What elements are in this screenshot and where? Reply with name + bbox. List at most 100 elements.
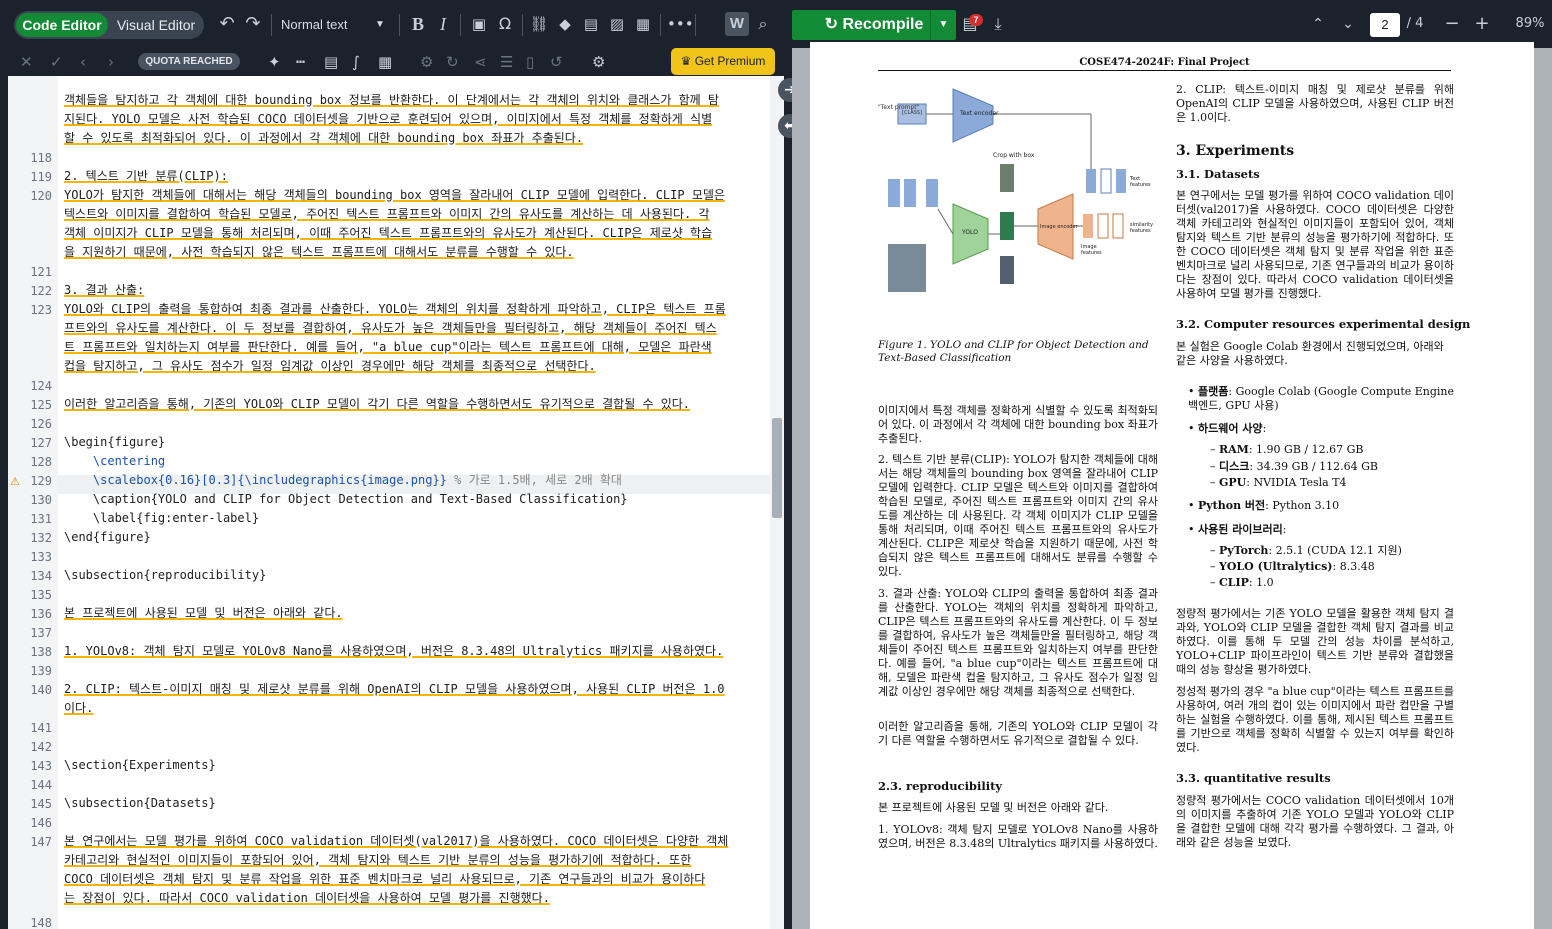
grid-icon[interactable]: ▦ xyxy=(378,48,392,76)
code-line[interactable]: \section{Experiments} xyxy=(64,756,216,775)
zoom-level[interactable]: 89% xyxy=(1510,0,1550,48)
previous-page-icon[interactable]: ⌃ xyxy=(1306,0,1330,48)
code-editor-tab[interactable]: Code Editor xyxy=(16,13,108,37)
paragraph: 본 프로젝트에 사용된 모델 및 버전은 아래와 같다. xyxy=(878,801,1109,814)
get-premium-label: Get Premium xyxy=(694,54,766,68)
pane-divider[interactable] xyxy=(784,76,792,929)
next-page-icon[interactable]: ⌄ xyxy=(1336,0,1360,48)
line-number: 142 xyxy=(30,740,52,754)
symbol-icon[interactable]: Ω xyxy=(494,0,516,48)
list-item: – YOLO (Ultralytics): 8.3.48 xyxy=(1210,560,1375,573)
undo-icon[interactable]: ↶ xyxy=(216,0,238,48)
code-line[interactable]: 지된다. YOLO 모델은 사전 학습된 COCO 데이터셋을 기반으로 훈련되… xyxy=(64,110,712,129)
bold-icon[interactable]: B xyxy=(407,0,429,48)
code-line[interactable]: 이다. xyxy=(64,699,93,718)
divider xyxy=(271,14,272,36)
code-line[interactable]: 2. CLIP: 텍스트-이미지 매칭 및 제로샷 분류를 위해 OpenAI의… xyxy=(64,680,725,699)
settings-icon[interactable]: ⚙ xyxy=(592,48,605,76)
image-icon[interactable]: ▨ xyxy=(606,0,628,48)
code-line[interactable]: 본 연구에서는 모델 평가를 위하여 COCO validation 데이터셋(… xyxy=(64,832,728,851)
code-line[interactable]: \subsection{Datasets} xyxy=(64,794,216,813)
recompile-options-icon[interactable]: ▼ xyxy=(930,10,956,40)
code-line[interactable]: YOLO와 CLIP의 출력을 통합하여 최종 결과를 산출한다. YOLO는 … xyxy=(64,300,726,319)
document-edit-icon[interactable]: ▤ xyxy=(324,48,338,76)
share-icon[interactable]: ⋖ xyxy=(474,48,487,76)
code-line[interactable]: 트 프롬프트와 일치하는지 여부를 판단한다. 예를 들어, "a blue c… xyxy=(64,338,712,357)
sparkle-icon[interactable]: ✦ xyxy=(268,48,281,76)
crown-icon: ♛ xyxy=(680,54,695,68)
divider xyxy=(460,14,461,36)
figure-svg xyxy=(888,88,1126,292)
code-line[interactable]: \caption{YOLO and CLIP for Object Detect… xyxy=(64,490,628,509)
writefull-icon[interactable]: W xyxy=(725,12,749,36)
list-item: • 플랫폼: Google Colab (Google Compute Engi… xyxy=(1188,385,1455,412)
italic-icon[interactable]: I xyxy=(432,0,454,48)
page-number-input[interactable]: 2 xyxy=(1370,13,1400,37)
redo-icon[interactable]: ↷ xyxy=(242,0,264,48)
code-line[interactable]: 본 프로젝트에 사용된 모델 및 버전은 아래와 같다. xyxy=(64,604,343,623)
list-item: – CLIP: 1.0 xyxy=(1210,576,1274,589)
code-line[interactable]: 객체 이미지가 CLIP 모델을 통해 처리되며, 이때 주어진 텍스트 프롬프… xyxy=(64,224,712,243)
code-line[interactable]: \scalebox{0.16}[0.3]{\includegraphics{im… xyxy=(64,471,622,490)
code-line[interactable]: 프트와의 유사도를 계산한다. 이 두 정보를 결합하여, 유사도가 높은 객체… xyxy=(64,319,717,338)
list-icon[interactable]: ☰ xyxy=(500,48,513,76)
visual-editor-tab[interactable]: Visual Editor xyxy=(110,13,202,37)
code-line[interactable]: COCO 데이터셋은 객체 탐지 및 분류 작업을 위한 표준 벤치마크로 널리… xyxy=(64,870,705,889)
integral-icon[interactable]: ∫ xyxy=(352,48,360,76)
line-number: 144 xyxy=(30,778,52,792)
code-line[interactable]: 카테고리와 현실적인 이미지들이 포함되어 있어, 객체 탐지와 텍스트 기반 … xyxy=(64,851,691,870)
code-line[interactable]: \begin{figure} xyxy=(64,433,165,452)
tag-icon[interactable]: ◆ xyxy=(554,0,576,48)
line-number: 143 xyxy=(30,759,52,773)
code-line[interactable]: 을 지원하기 때문에, 사전 학습되지 않은 텍스트 프롬프트에 대해서도 분류… xyxy=(64,243,574,262)
text-style-select[interactable]: Normal text ▼ xyxy=(281,11,391,39)
dotted-line-icon[interactable]: ┅ xyxy=(296,48,305,76)
zoom-out-icon[interactable]: − xyxy=(1440,0,1464,48)
recompile-button[interactable]: ↻ Recompile ▼ xyxy=(792,10,956,40)
link-icon[interactable]: ⛓ xyxy=(528,0,550,48)
heading-icon[interactable]: ▣ xyxy=(468,0,490,48)
code-line[interactable]: 3. 결과 산출: xyxy=(64,281,144,300)
code-line[interactable]: \end{figure} xyxy=(64,528,151,547)
editor-scrollbar-thumb[interactable] xyxy=(772,418,782,518)
code-line[interactable]: \subsection{reproducibility} xyxy=(64,566,266,585)
sync-icon[interactable]: ↺ xyxy=(550,48,563,76)
refresh-icon[interactable]: ↻ xyxy=(446,48,459,76)
paragraph: 정량적 평가에서는 기존 YOLO 모델을 활용한 객체 탐지 결과와, YOL… xyxy=(1176,607,1454,676)
download-icon[interactable]: ⤓ xyxy=(986,0,1010,48)
list-item-label: CLIP xyxy=(1219,576,1249,589)
chevron-left-icon[interactable]: ‹ xyxy=(80,48,86,76)
search-icon[interactable]: ⌕ xyxy=(752,0,774,48)
crop-image xyxy=(1000,256,1014,284)
code-line[interactable]: \centering xyxy=(64,452,165,471)
line-number: 146 xyxy=(30,816,52,830)
code-line[interactable]: YOLO가 탐지한 객체들에 대해서는 해당 객체들의 bounding box… xyxy=(64,186,725,205)
line-number: 118 xyxy=(30,151,52,165)
subsection-heading: 3.1. Datasets xyxy=(1176,167,1260,181)
table-icon[interactable]: ▦ xyxy=(632,0,654,48)
checkmark-icon[interactable]: ✓ xyxy=(50,48,63,76)
line-number: 124 xyxy=(30,379,52,393)
figure-label: Crop with box xyxy=(993,152,1035,159)
code-line[interactable]: 는 장점이 있다. 따라서 COCO validation 데이터셋을 사용하여… xyxy=(64,889,550,908)
close-icon[interactable]: ✕ xyxy=(20,48,33,76)
code-line[interactable]: 1. YOLOv8: 객체 탐지 모델로 YOLOv8 Nano를 사용하였으며… xyxy=(64,642,723,661)
code-line[interactable]: 컵을 탐지하고, 그 유사도 점수가 일정 임계값 이상인 경우에만 해당 객체… xyxy=(64,357,596,376)
code-line[interactable]: 객체들을 탐지하고 각 객체에 대한 bounding box 정보를 반환한다… xyxy=(64,91,719,110)
code-line[interactable]: 2. 텍스트 기반 분류(CLIP): xyxy=(64,167,228,186)
code-line[interactable]: 텍스트와 이미지를 결합하여 학습된 모델로, 주어진 텍스트 프롬프트와 이미… xyxy=(64,205,710,224)
code-line[interactable]: 할 수 있도록 최적화되어 있다. 이 과정에서 각 객체에 대한 boundi… xyxy=(64,129,583,148)
more-icon[interactable]: ••• xyxy=(667,0,694,48)
code-line[interactable]: 이러한 알고리즘을 통해, 기존의 YOLO와 CLIP 모델이 각기 다른 역… xyxy=(64,395,690,414)
subsection-heading: 3.2. Computer resources experimental des… xyxy=(1176,317,1471,331)
file-icon[interactable]: ▯ xyxy=(526,48,534,76)
book-icon[interactable]: ▤ xyxy=(580,0,602,48)
chevron-right-icon[interactable]: › xyxy=(108,48,114,76)
editor-mode-toggle[interactable]: Code Editor Visual Editor xyxy=(14,11,204,39)
zoom-in-icon[interactable]: + xyxy=(1470,0,1494,48)
warning-icon[interactable]: ⚠ xyxy=(10,476,22,488)
merge-icon[interactable]: ⚙ xyxy=(420,48,433,76)
code-editor[interactable]: 118 119 120 121 122 123 124 125 126 127 … xyxy=(8,76,770,929)
code-line[interactable]: \label{fig:enter-label} xyxy=(64,509,259,528)
get-premium-button[interactable]: ♛ Get Premium xyxy=(671,48,775,75)
